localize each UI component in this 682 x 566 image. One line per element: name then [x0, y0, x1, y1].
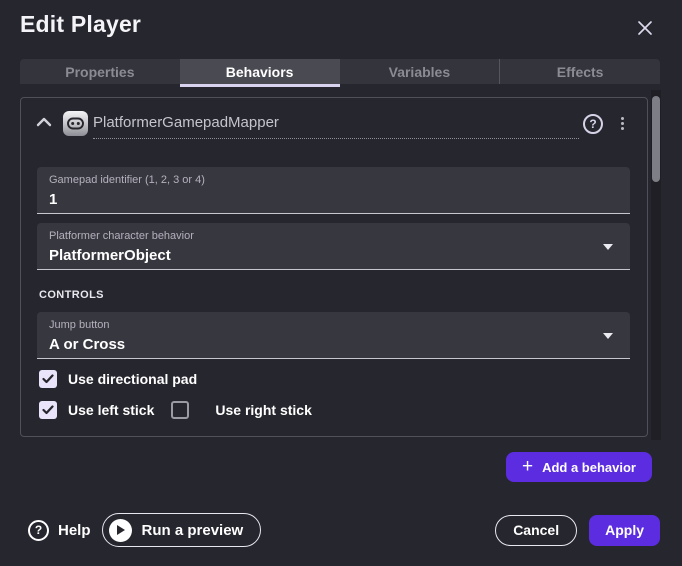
run-preview-button[interactable]: Run a preview — [102, 513, 262, 547]
gamepad-identifier-label: Gamepad identifier (1, 2, 3 or 4) — [49, 174, 618, 187]
checkbox-row-sticks: Use left stick Use right stick — [39, 401, 630, 419]
add-behavior-button[interactable]: + Add a behavior — [506, 452, 652, 482]
jump-button-label: Jump button — [49, 319, 618, 332]
dialog-title: Edit Player — [20, 11, 141, 38]
help-glyph: ? — [35, 523, 42, 537]
behavior-fields: Gamepad identifier (1, 2, 3 or 4) 1 Plat… — [37, 167, 630, 419]
checkmark-icon — [42, 374, 54, 384]
chevron-down-icon — [603, 333, 613, 339]
tab-properties[interactable]: Properties — [20, 59, 180, 84]
plus-icon: + — [522, 457, 533, 476]
scrollbar-thumb[interactable] — [652, 96, 660, 182]
close-icon[interactable] — [634, 17, 656, 39]
gamepad-icon — [63, 111, 88, 136]
cancel-button[interactable]: Cancel — [495, 515, 577, 546]
jump-button-value: A or Cross — [49, 336, 618, 354]
behavior-card: PlatformerGamepadMapper ? Gamepad identi… — [20, 97, 648, 437]
tab-behaviors[interactable]: Behaviors — [180, 59, 340, 84]
run-preview-label: Run a preview — [142, 522, 244, 539]
controls-section-heading: CONTROLS — [39, 289, 630, 301]
play-triangle-glyph — [117, 525, 125, 535]
checkbox-use-left-stick[interactable] — [39, 401, 57, 419]
checkbox-use-right-stick[interactable] — [171, 401, 189, 419]
chevron-down-icon — [603, 244, 613, 250]
collapse-chevron-up-icon[interactable] — [35, 115, 53, 129]
behavior-help-icon[interactable]: ? — [583, 114, 603, 134]
platformer-behavior-select[interactable]: Platformer character behavior Platformer… — [37, 223, 630, 270]
add-behavior-label: Add a behavior — [542, 460, 636, 475]
apply-button[interactable]: Apply — [589, 515, 660, 546]
checkbox-use-directional-pad[interactable] — [39, 370, 57, 388]
tab-bar: Properties Behaviors Variables Effects — [20, 59, 660, 84]
checkbox-label-directional-pad: Use directional pad — [68, 371, 197, 387]
close-icon-glyph — [636, 19, 654, 37]
jump-button-select[interactable]: Jump button A or Cross — [37, 312, 630, 359]
gamepad-identifier-field[interactable]: Gamepad identifier (1, 2, 3 or 4) 1 — [37, 167, 630, 214]
footer-bar: ? Help Run a preview Cancel Apply — [28, 513, 660, 547]
tab-variables[interactable]: Variables — [340, 59, 500, 84]
platformer-behavior-label: Platformer character behavior — [49, 230, 618, 243]
help-label: Help — [58, 522, 91, 539]
gamepad-identifier-value: 1 — [49, 191, 618, 209]
gamepad-glyph — [67, 117, 84, 130]
checkbox-label-left-stick: Use left stick — [68, 402, 154, 418]
help-button[interactable]: ? Help — [28, 520, 91, 541]
edit-player-dialog: Edit Player Properties Behaviors Variabl… — [0, 0, 682, 566]
checkmark-icon — [42, 405, 54, 415]
play-icon — [109, 519, 132, 542]
platformer-behavior-value: PlatformerObject — [49, 247, 618, 265]
kebab-menu-icon[interactable] — [615, 115, 629, 132]
chevron-up-glyph — [36, 117, 52, 127]
checkbox-label-right-stick: Use right stick — [215, 402, 311, 418]
checkbox-row-directional-pad: Use directional pad — [39, 370, 630, 388]
behavior-name-field[interactable]: PlatformerGamepadMapper — [93, 114, 579, 139]
tab-effects[interactable]: Effects — [499, 59, 660, 84]
behavior-card-header: PlatformerGamepadMapper ? — [21, 98, 647, 146]
help-icon: ? — [28, 520, 49, 541]
help-glyph: ? — [589, 117, 596, 131]
